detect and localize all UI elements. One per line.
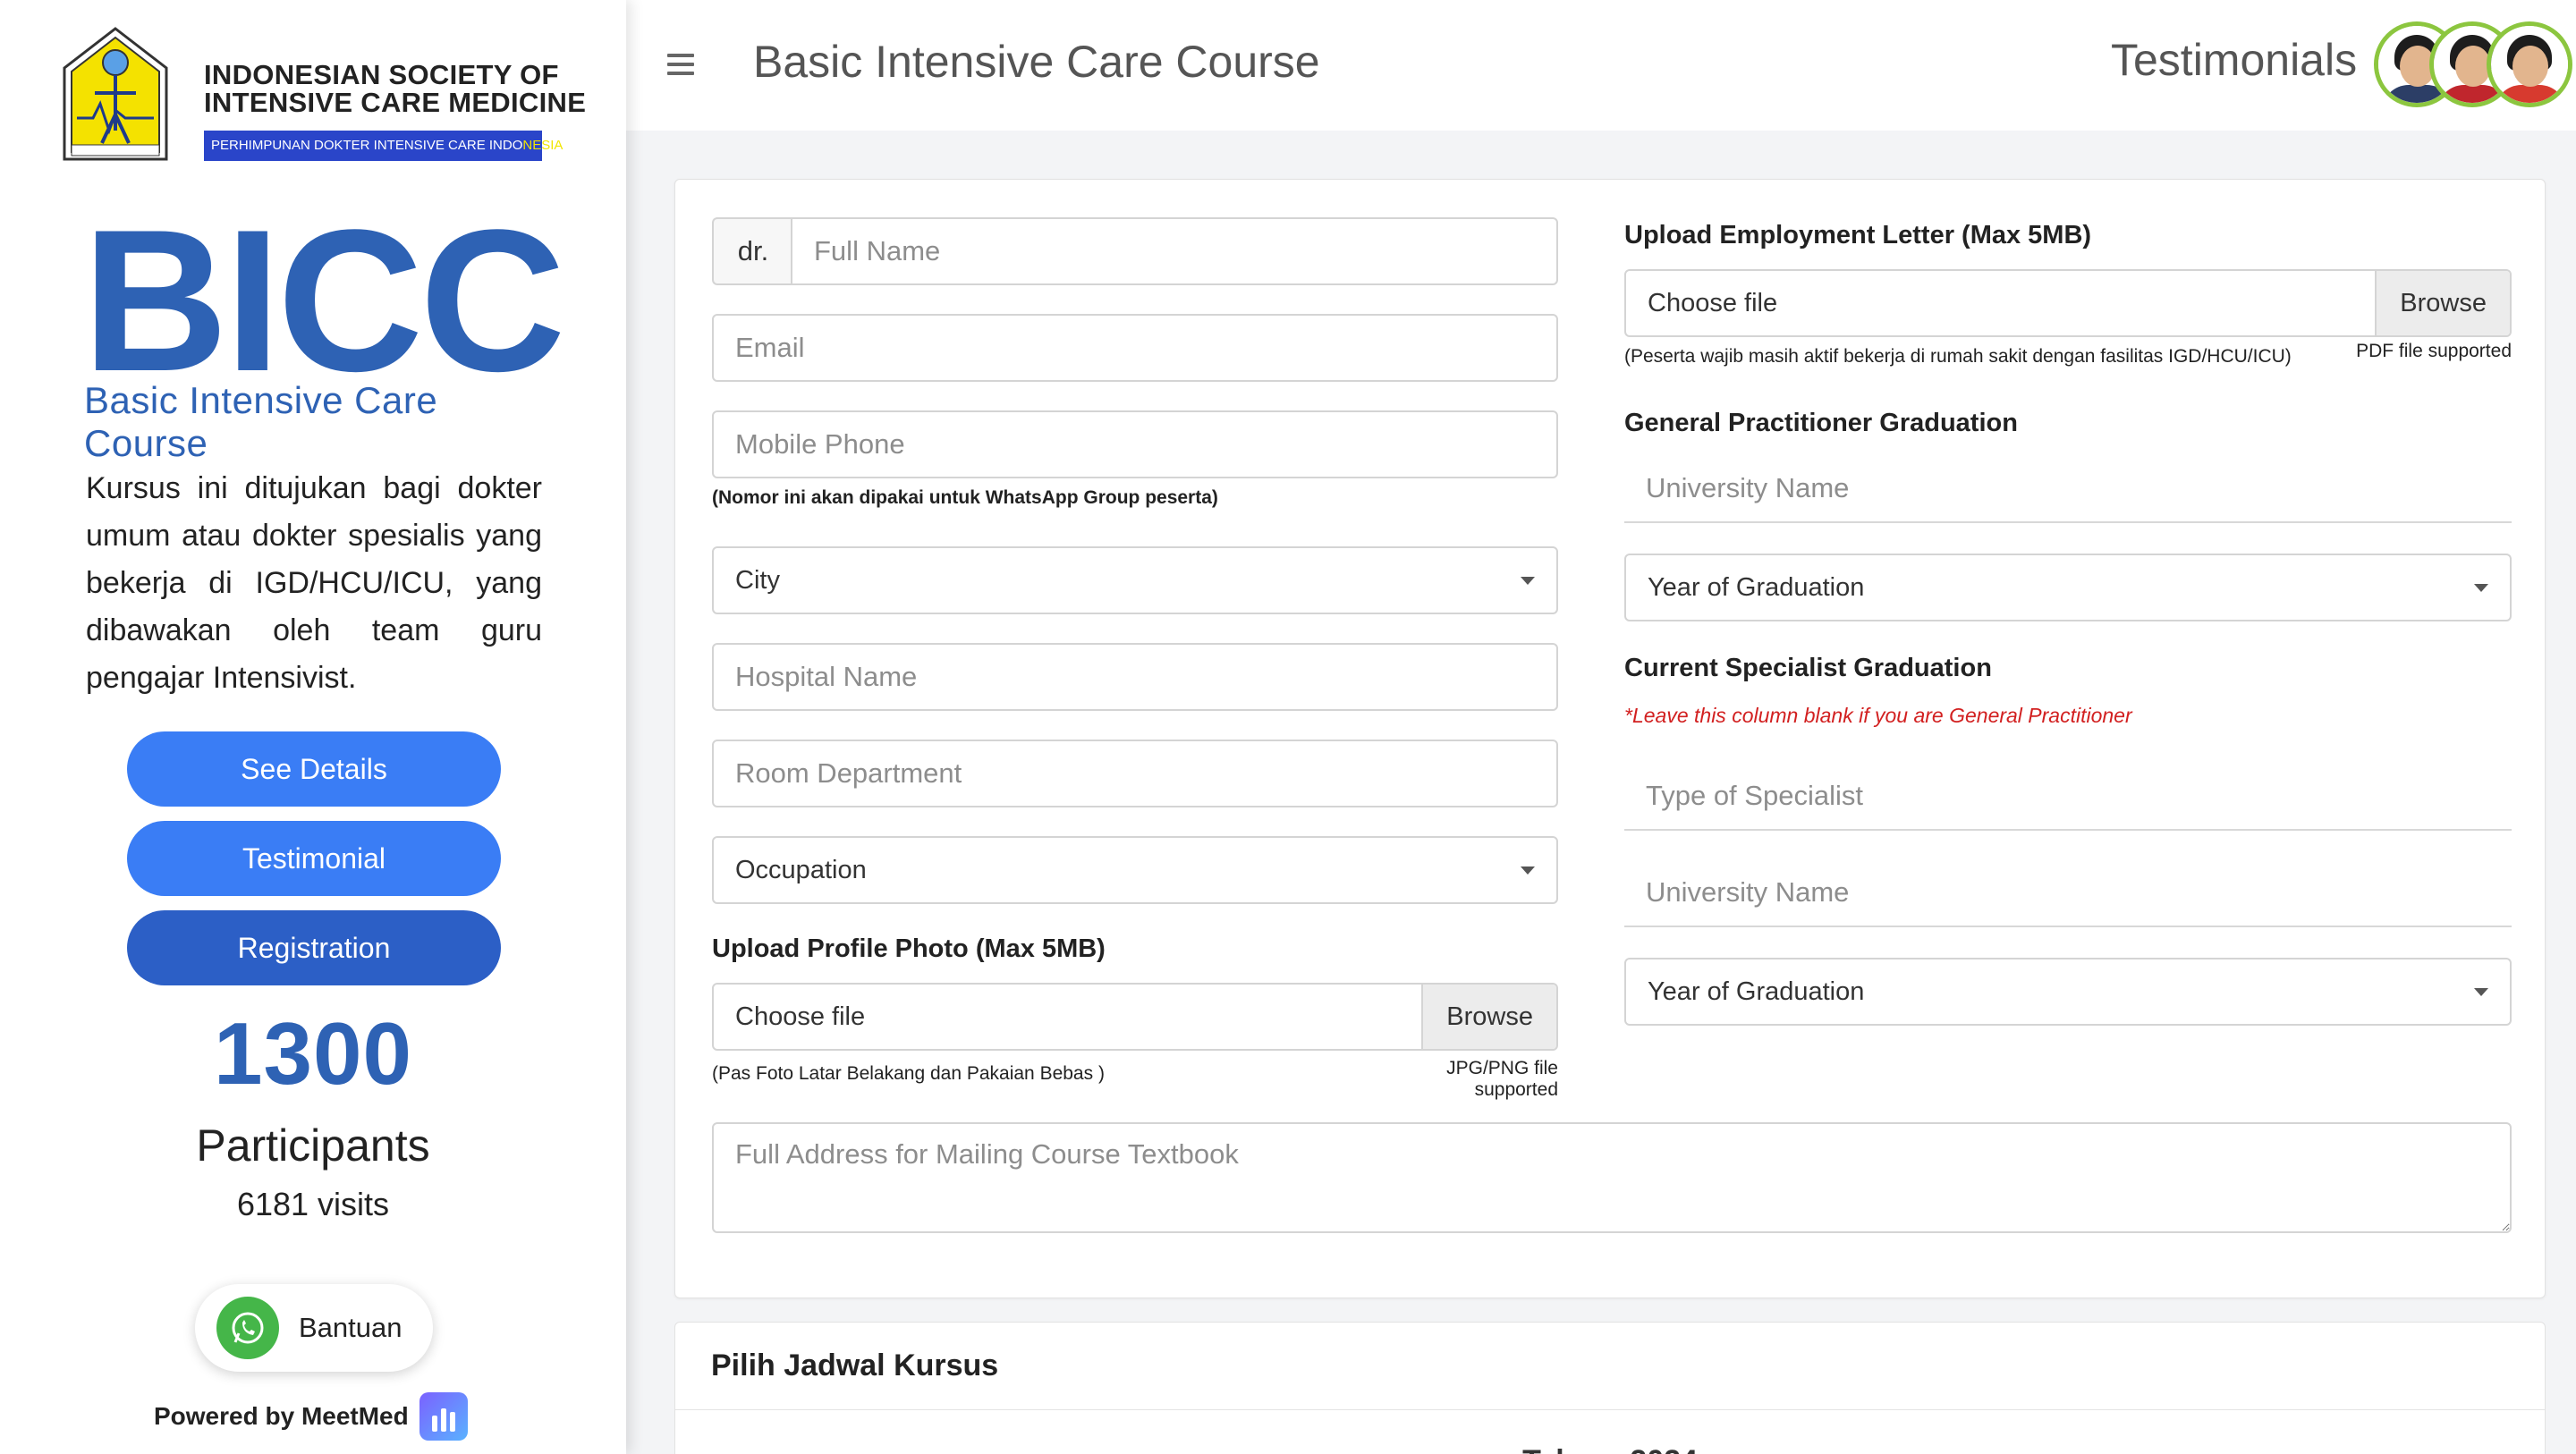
employment-letter-browse-button[interactable]: Browse <box>2375 271 2510 335</box>
employment-letter-choose-text: Choose file <box>1648 288 1778 317</box>
course-description: Kursus ini ditujukan bagi dokter umum at… <box>86 471 542 695</box>
org-name: INDONESIAN SOCIETY OF INTENSIVE CARE MED… <box>204 61 615 116</box>
org-name-line1: INDONESIAN SOCIETY OF <box>204 59 559 90</box>
city-select[interactable]: City <box>712 546 1558 614</box>
gp-year-select[interactable]: Year of Graduation <box>1624 554 2512 621</box>
profile-photo-browse-button[interactable]: Browse <box>1421 985 1556 1049</box>
chevron-down-icon <box>2474 988 2488 996</box>
brand-subtitle: Basic Intensive Care Course <box>84 379 438 464</box>
mailing-address-textarea[interactable] <box>712 1122 2512 1233</box>
employment-letter-label: Upload Employment Letter (Max 5MB) <box>1624 221 2092 249</box>
testimonials-link[interactable]: Testimonials <box>2111 34 2357 86</box>
see-details-button[interactable]: See Details <box>127 731 501 807</box>
brand-logo-text: BICC <box>82 187 565 413</box>
powered-by-label: Powered by MeetMed <box>154 1402 409 1430</box>
gp-university-input[interactable] <box>1624 455 2512 523</box>
participants-count: 1300 <box>213 1004 412 1103</box>
specialist-university-input[interactable] <box>1624 859 2512 927</box>
schedule-card: Pilih Jadwal Kursus Tahun: 2024 <box>674 1322 2546 1454</box>
schedule-year: Tahun: 2024 <box>675 1444 2545 1454</box>
whatsapp-help-button[interactable]: Bantuan <box>195 1284 433 1372</box>
employment-letter-file-input[interactable]: Choose file Browse <box>1624 269 2512 337</box>
org-subtitle-tail: NESIA <box>522 138 564 153</box>
testimonial-button[interactable]: Testimonial <box>127 821 501 896</box>
profile-photo-supported: JPG/PNG file supported <box>1446 1058 1558 1100</box>
mobile-phone-input[interactable] <box>712 410 1558 478</box>
participants-label: Participants <box>196 1120 430 1171</box>
society-logo <box>63 27 168 161</box>
schedule-title: Pilih Jadwal Kursus <box>675 1323 2545 1410</box>
visits-counter: 6181 visits <box>236 1186 390 1222</box>
org-subtitle-main: PERHIMPUNAN DOKTER INTENSIVE CARE INDO <box>211 138 523 153</box>
profile-photo-hint: (Pas Foto Latar Belakang dan Pakaian Beb… <box>712 1063 1105 1084</box>
powered-by: Powered by MeetMed <box>154 1391 468 1441</box>
profile-photo-label: Upload Profile Photo (Max 5MB) <box>712 934 1106 963</box>
phone-hint: (Nomor ini akan dipakai untuk WhatsApp G… <box>712 487 1218 508</box>
meetmed-logo-icon <box>419 1392 468 1441</box>
room-department-input[interactable] <box>712 740 1558 807</box>
name-prefix: dr. <box>712 217 792 285</box>
occupation-select[interactable]: Occupation <box>712 836 1558 904</box>
specialist-graduation-label: Current Specialist Graduation <box>1624 654 1992 682</box>
specialist-warning: *Leave this column blank if you are Gene… <box>1624 704 2132 727</box>
testimonial-avatars[interactable] <box>2374 21 2576 109</box>
chevron-down-icon <box>1521 577 1535 585</box>
chevron-down-icon <box>2474 584 2488 592</box>
avatar[interactable] <box>2487 21 2572 107</box>
hospital-name-input[interactable] <box>712 643 1558 711</box>
chevron-down-icon <box>1521 866 1535 875</box>
profile-photo-choose-text: Choose file <box>735 1002 866 1031</box>
help-label: Bantuan <box>299 1312 402 1343</box>
hamburger-menu-icon[interactable] <box>667 46 694 82</box>
email-input[interactable] <box>712 314 1558 382</box>
city-select-value: City <box>735 565 780 595</box>
registration-button[interactable]: Registration <box>127 910 501 985</box>
registration-form: dr. (Nomor ini akan dipakai untuk WhatsA… <box>674 179 2546 1298</box>
employment-letter-supported: PDF file supported <box>2356 341 2512 361</box>
whatsapp-icon <box>216 1297 279 1359</box>
org-subtitle: PERHIMPUNAN DOKTER INTENSIVE CARE INDONE… <box>204 131 563 161</box>
sidebar: INDONESIAN SOCIETY OF INTENSIVE CARE MED… <box>0 0 626 1454</box>
gp-graduation-label: General Practitioner Graduation <box>1624 409 2018 437</box>
specialist-year-select[interactable]: Year of Graduation <box>1624 958 2512 1026</box>
full-name-input[interactable] <box>791 217 1558 285</box>
org-name-line2: INTENSIVE CARE MEDICINE <box>204 87 587 118</box>
specialist-year-select-value: Year of Graduation <box>1648 976 1865 1006</box>
top-header: Basic Intensive Care Course Testimonials <box>626 0 2576 131</box>
page-title: Basic Intensive Care Course <box>753 37 1320 87</box>
occupation-select-value: Occupation <box>735 855 867 884</box>
employment-letter-hint: (Peserta wajib masih aktif bekerja di ru… <box>1624 346 2292 367</box>
gp-year-select-value: Year of Graduation <box>1648 572 1865 602</box>
profile-photo-file-input[interactable]: Choose file Browse <box>712 983 1558 1051</box>
specialist-type-input[interactable] <box>1624 763 2512 831</box>
